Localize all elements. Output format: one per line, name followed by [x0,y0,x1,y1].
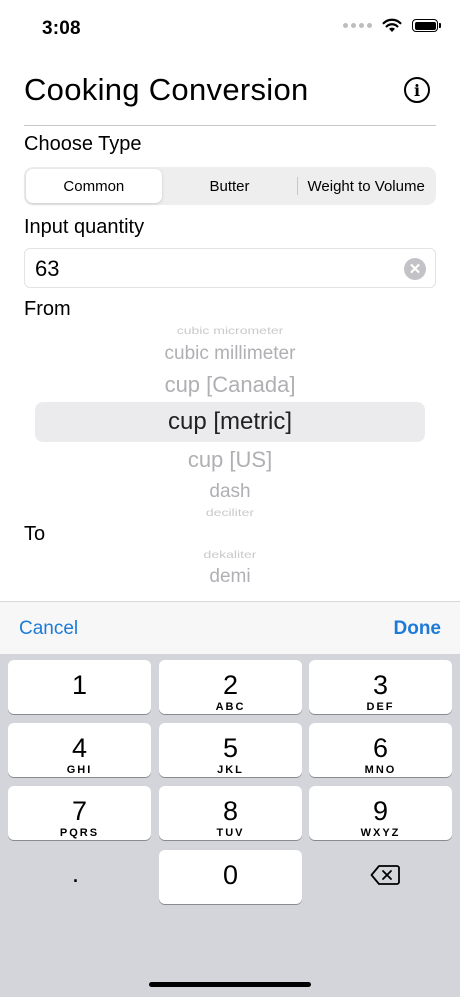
key-digit: 7 [71,796,88,826]
key-letters: JKL [217,764,244,776]
keyboard-accessory-bar: Cancel Done [0,601,460,655]
info-icon[interactable]: i [404,77,430,103]
status-time: 3:08 [42,18,81,39]
key-digit: 0 [222,860,239,890]
choose-type-label: Choose Type [24,133,142,155]
key-3[interactable]: 3 DEF [309,660,452,714]
battery-icon [412,19,441,32]
header-divider [24,125,436,126]
from-label: From [24,298,71,320]
picker-item[interactable]: cubic millimeter [24,343,436,365]
quantity-input-container: ✕ [24,248,436,289]
key-digit: 4 [71,733,88,763]
wifi-icon [382,18,402,32]
picker-item[interactable]: cup [US] [24,447,436,473]
key-9[interactable]: 9 WXYZ [309,786,452,840]
clear-icon[interactable]: ✕ [404,258,426,280]
to-picker[interactable]: dekaliter demi [24,544,436,601]
picker-item[interactable]: dash [24,481,436,503]
key-letters: PQRS [59,827,100,839]
done-button[interactable]: Done [394,618,442,640]
key-digit: 3 [372,670,389,700]
segment-weight-to-volume[interactable]: Weight to Volume [298,169,434,203]
numeric-keypad: 1 2 ABC 3 DEF 4 GHI 5 JKL 6 MNO 7 PQRS 8… [0,654,460,997]
cancel-button[interactable]: Cancel [19,618,78,640]
picker-item[interactable]: demi [24,566,436,588]
key-digit: 8 [222,796,239,826]
input-quantity-label: Input quantity [24,216,145,238]
picker-item[interactable]: cup [Canada] [24,372,436,398]
key-5[interactable]: 5 JKL [159,723,302,777]
key-delete[interactable] [313,850,456,904]
key-decimal[interactable]: . [4,850,147,904]
key-letters: MNO [364,764,397,776]
status-icons [343,18,441,33]
picker-item-selected[interactable]: cup [metric] [24,408,436,436]
key-digit: 5 [222,733,239,763]
key-digit: 9 [372,796,389,826]
key-digit: 2 [222,670,239,700]
from-picker[interactable]: cubic micrometer cubic millimeter cup [C… [24,320,436,518]
key-8[interactable]: 8 TUV [159,786,302,840]
key-digit: 1 [71,670,88,700]
to-label: To [24,523,46,545]
home-indicator[interactable] [149,982,311,987]
status-bar: 3:08 [0,0,460,56]
segment-butter[interactable]: Butter [162,169,298,203]
picker-item[interactable]: cubic micrometer [24,324,436,336]
key-4[interactable]: 4 GHI [8,723,151,777]
page-title: Cooking Conversion [24,72,309,107]
key-letters: GHI [66,764,93,776]
signal-dots-icon [343,23,372,28]
key-digit: 6 [372,733,389,763]
key-0[interactable]: 0 [159,850,302,904]
segment-common[interactable]: Common [26,169,162,203]
picker-item[interactable]: dekaliter [24,548,436,560]
key-letters: TUV [216,827,245,839]
backspace-icon [370,865,400,885]
key-letters: ABC [215,701,246,713]
key-decimal-label: . [71,858,80,888]
key-letters: DEF [366,701,395,713]
key-2[interactable]: 2 ABC [159,660,302,714]
quantity-input[interactable] [33,249,397,289]
type-segmented-control: Common Butter Weight to Volume [24,167,436,205]
picker-item[interactable]: deciliter [24,506,436,518]
key-letters: WXYZ [360,827,401,839]
key-6[interactable]: 6 MNO [309,723,452,777]
key-7[interactable]: 7 PQRS [8,786,151,840]
key-1[interactable]: 1 [8,660,151,714]
